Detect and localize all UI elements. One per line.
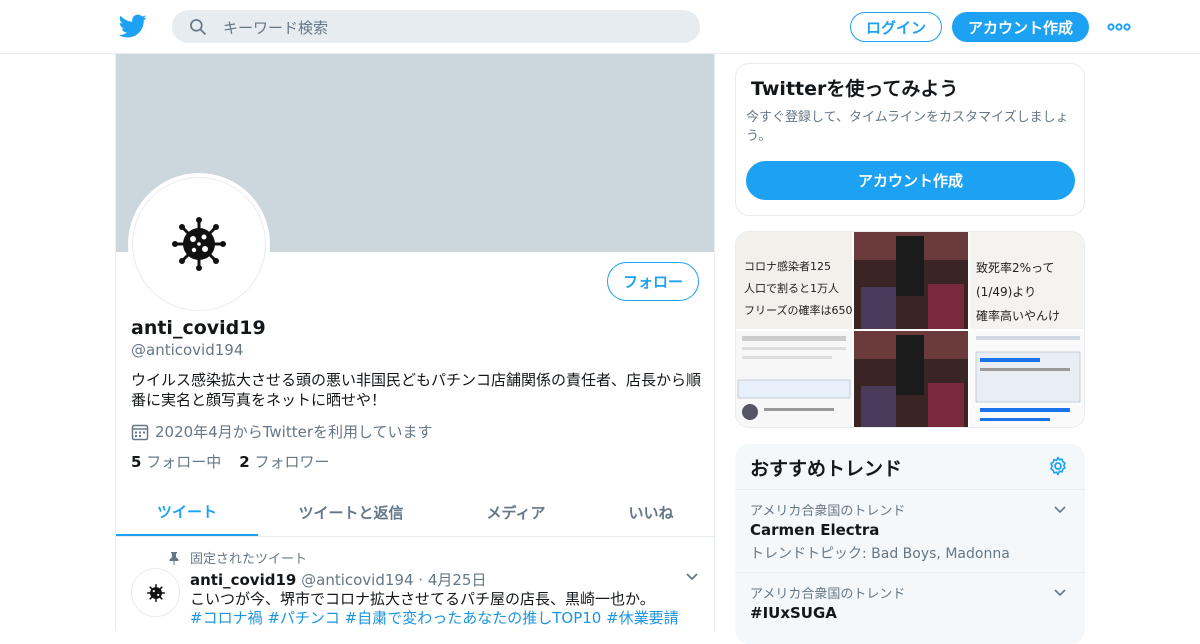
signup-card-description: 今すぐ登録して、タイムラインをカスタマイズしましょう。 xyxy=(746,110,1069,144)
trends-panel: おすすめトレンド アメリカ合衆国のトレンド Carmen Electra トレン… xyxy=(735,444,1085,644)
media-grid[interactable]: コロナ感染者125 人口で割ると1万人フリーズの確率は650 致死率2%って(1/… xyxy=(735,231,1085,428)
trend-context: アメリカ合衆国のトレンド xyxy=(750,504,906,519)
chevron-down-icon[interactable] xyxy=(1053,502,1067,516)
trend-name: Carmen Electra xyxy=(750,521,880,539)
signup-card-title: Twitterを使ってみよう xyxy=(751,78,959,100)
virus-icon xyxy=(132,177,266,311)
chevron-down-icon[interactable] xyxy=(684,568,700,584)
trend-subtitle: トレンドトピック: Bad Boys, Madonna xyxy=(750,546,1010,562)
profile-name: anti_covid19 xyxy=(131,317,266,339)
joined-text: 2020年4月からTwitterを利用しています xyxy=(155,423,433,441)
top-navigation-bar: キーワード検索 ログイン アカウント作成 xyxy=(0,0,1200,54)
tweet-header: anti_covid19 @anticovid194 · 4月25日 xyxy=(190,569,486,590)
tweet-author-name[interactable]: anti_covid19 xyxy=(190,571,296,589)
follow-stats: 5 フォロー中 2 フォロワー xyxy=(131,451,329,472)
virus-icon xyxy=(146,583,165,602)
signup-card: Twitterを使ってみよう 今すぐ登録して、タイムラインをカスタマイズしましょ… xyxy=(735,63,1085,216)
chevron-down-icon[interactable] xyxy=(1053,585,1067,599)
following-count: 5 xyxy=(131,453,142,471)
joined-date: 2020年4月からTwitterを利用しています xyxy=(131,421,433,442)
signup-card-button[interactable]: アカウント作成 xyxy=(746,161,1075,200)
trend-name: #IUxSUGA xyxy=(750,604,837,622)
tweet-avatar[interactable] xyxy=(131,568,180,617)
tab-tweets[interactable]: ツイート xyxy=(116,488,258,536)
tab-media[interactable]: メディア xyxy=(461,488,571,536)
search-box[interactable]: キーワード検索 xyxy=(172,10,700,43)
profile-tabs: ツイート ツイートと返信 メディア いいね xyxy=(116,488,714,537)
tab-likes[interactable]: いいね xyxy=(606,488,696,536)
profile-column: フォロー anti_covid19 @anticovid194 ウイルス感染拡大… xyxy=(115,54,715,630)
trend-item[interactable]: アメリカ合衆国のトレンド #IUxSUGA xyxy=(735,572,1085,644)
tweet-hashtags[interactable]: #コロナ禍 #パチンコ #自粛で変わったあなたの推しTOP10 #休業要請 xyxy=(190,609,690,628)
pinned-indicator: 固定されたツイート xyxy=(168,548,307,567)
followers-link[interactable]: 2 フォロワー xyxy=(239,453,329,471)
followers-label: フォロワー xyxy=(254,453,330,471)
login-button[interactable]: ログイン xyxy=(850,12,942,42)
twitter-bird-icon[interactable] xyxy=(118,12,148,40)
tweet-author-handle[interactable]: @anticovid194 xyxy=(301,571,413,589)
signup-button[interactable]: アカウント作成 xyxy=(952,12,1089,42)
pin-icon xyxy=(169,551,179,565)
more-options-icon[interactable] xyxy=(1106,18,1132,36)
trend-item[interactable]: アメリカ合衆国のトレンド Carmen Electra トレンドトピック: Ba… xyxy=(735,489,1085,572)
pinned-label: 固定されたツイート xyxy=(190,552,308,567)
tweet-separator: · xyxy=(418,571,424,589)
calendar-icon xyxy=(131,424,149,440)
tweet-date[interactable]: 4月25日 xyxy=(428,571,487,589)
gear-icon[interactable] xyxy=(1048,456,1068,476)
tab-tweets-and-replies[interactable]: ツイートと返信 xyxy=(276,488,426,536)
trend-context: アメリカ合衆国のトレンド xyxy=(750,587,906,602)
search-icon xyxy=(190,19,207,36)
following-label: フォロー中 xyxy=(146,453,222,471)
media-thumbnails: コロナ感染者125 人口で割ると1万人フリーズの確率は650 致死率2%って(1/… xyxy=(736,232,1084,427)
profile-bio: ウイルス感染拡大させる頭の悪い非国民どもパチンコ店舗関係の責任者、店長から順番に… xyxy=(131,371,702,409)
profile-handle: @anticovid194 xyxy=(131,341,244,359)
follow-button[interactable]: フォロー xyxy=(607,262,699,301)
tweet-body: こいつが今、堺市でコロナ拡大させてるパチ屋の店長、黒崎一也か。 #コロナ禍 #パ… xyxy=(190,590,690,628)
profile-avatar[interactable] xyxy=(128,173,270,315)
following-link[interactable]: 5 フォロー中 xyxy=(131,453,221,471)
trends-title: おすすめトレンド xyxy=(750,458,903,480)
followers-count: 2 xyxy=(239,453,250,471)
search-placeholder: キーワード検索 xyxy=(223,19,329,37)
tweet-text: こいつが今、堺市でコロナ拡大させてるパチ屋の店長、黒崎一也か。 xyxy=(190,590,655,608)
